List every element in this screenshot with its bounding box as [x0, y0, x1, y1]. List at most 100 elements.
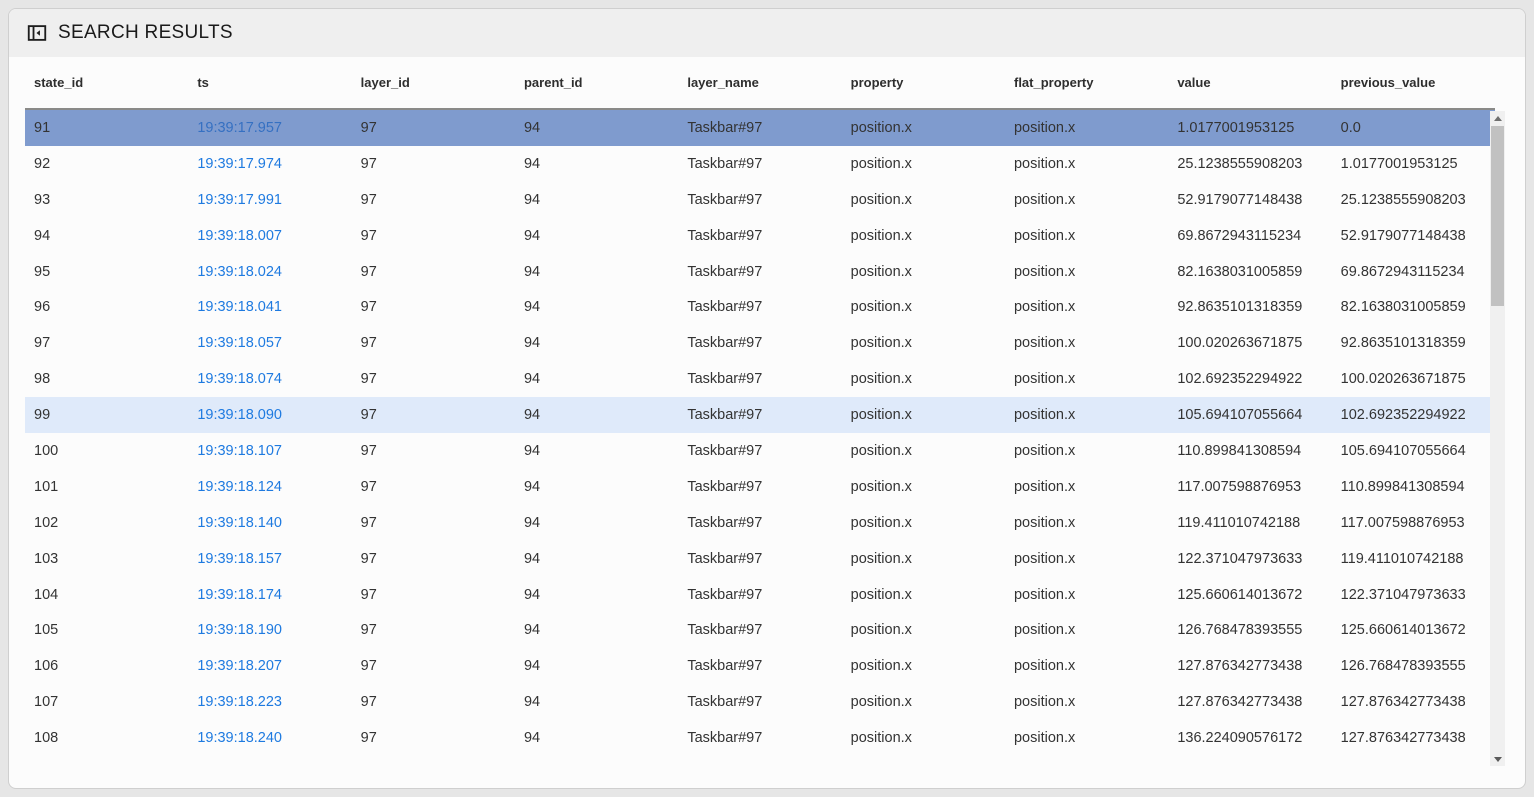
cell-value: 127.876342773438 [1168, 694, 1331, 710]
cell-layer_id: 97 [352, 730, 515, 746]
cell-value: 92.8635101318359 [1168, 299, 1331, 315]
timestamp-link[interactable]: 19:39:18.074 [197, 371, 282, 387]
table-row-93[interactable]: 9319:39:17.9919794Taskbar#97position.xpo… [25, 182, 1495, 218]
timestamp-link[interactable]: 19:39:17.974 [197, 156, 282, 172]
table-row-100[interactable]: 10019:39:18.1079794Taskbar#97position.xp… [25, 433, 1495, 469]
cell-layer_id: 97 [352, 407, 515, 423]
timestamp-link[interactable]: 19:39:18.024 [197, 264, 282, 280]
cell-flat_property: position.x [1005, 407, 1168, 423]
table-row-95[interactable]: 9519:39:18.0249794Taskbar#97position.xpo… [25, 254, 1495, 290]
cell-layer_id: 97 [352, 587, 515, 603]
table-row-92[interactable]: 9219:39:17.9749794Taskbar#97position.xpo… [25, 146, 1495, 182]
cell-layer_id: 97 [352, 335, 515, 351]
table-row-96[interactable]: 9619:39:18.0419794Taskbar#97position.xpo… [25, 289, 1495, 325]
table-row-91[interactable]: 9119:39:17.9579794Taskbar#97position.xpo… [25, 110, 1495, 146]
cell-property: position.x [842, 694, 1005, 710]
cell-layer_name: Taskbar#97 [678, 730, 841, 746]
cell-ts: 19:39:18.024 [188, 264, 351, 280]
cell-layer_id: 97 [352, 192, 515, 208]
cell-value: 1.0177001953125 [1168, 120, 1331, 136]
cell-value: 127.876342773438 [1168, 658, 1331, 674]
cell-previous_value: 102.692352294922 [1332, 407, 1495, 423]
timestamp-link[interactable]: 19:39:18.041 [197, 299, 282, 315]
timestamp-link[interactable]: 19:39:18.223 [197, 694, 282, 710]
panel-header: SEARCH RESULTS [9, 9, 1525, 57]
cell-previous_value: 1.0177001953125 [1332, 156, 1495, 172]
table-row-106[interactable]: 10619:39:18.2079794Taskbar#97position.xp… [25, 648, 1495, 684]
timestamp-link[interactable]: 19:39:18.157 [197, 551, 282, 567]
timestamp-link[interactable]: 19:39:17.957 [197, 120, 282, 136]
timestamp-link[interactable]: 19:39:18.207 [197, 658, 282, 674]
cell-flat_property: position.x [1005, 587, 1168, 603]
cell-value: 100.020263671875 [1168, 335, 1331, 351]
cell-value: 102.692352294922 [1168, 371, 1331, 387]
table-row-104[interactable]: 10419:39:18.1749794Taskbar#97position.xp… [25, 577, 1495, 613]
cell-value: 136.224090576172 [1168, 730, 1331, 746]
cell-layer_id: 97 [352, 228, 515, 244]
table-row-94[interactable]: 9419:39:18.0079794Taskbar#97position.xpo… [25, 218, 1495, 254]
scroll-down-button[interactable] [1490, 752, 1505, 766]
cell-layer_name: Taskbar#97 [678, 264, 841, 280]
cell-state_id: 99 [25, 407, 188, 423]
cell-ts: 19:39:17.991 [188, 192, 351, 208]
cell-layer_id: 97 [352, 156, 515, 172]
vertical-scrollbar[interactable] [1490, 111, 1505, 766]
timestamp-link[interactable]: 19:39:18.107 [197, 443, 282, 459]
table-row-108[interactable]: 10819:39:18.2409794Taskbar#97position.xp… [25, 720, 1495, 756]
table-row-105[interactable]: 10519:39:18.1909794Taskbar#97position.xp… [25, 612, 1495, 648]
cell-previous_value: 117.007598876953 [1332, 515, 1495, 531]
cell-previous_value: 69.8672943115234 [1332, 264, 1495, 280]
cell-previous_value: 92.8635101318359 [1332, 335, 1495, 351]
table-row-98[interactable]: 9819:39:18.0749794Taskbar#97position.xpo… [25, 361, 1495, 397]
cell-ts: 19:39:18.223 [188, 694, 351, 710]
cell-layer_name: Taskbar#97 [678, 622, 841, 638]
timestamp-link[interactable]: 19:39:18.057 [197, 335, 282, 351]
dock-panel-icon [26, 22, 48, 44]
cell-parent_id: 94 [515, 479, 678, 495]
table-row-107[interactable]: 10719:39:18.2239794Taskbar#97position.xp… [25, 684, 1495, 720]
cell-previous_value: 126.768478393555 [1332, 658, 1495, 674]
cell-parent_id: 94 [515, 587, 678, 603]
cell-parent_id: 94 [515, 264, 678, 280]
timestamp-link[interactable]: 19:39:18.007 [197, 228, 282, 244]
scroll-up-button[interactable] [1490, 111, 1505, 125]
cell-property: position.x [842, 156, 1005, 172]
cell-previous_value: 125.660614013672 [1332, 622, 1495, 638]
cell-flat_property: position.x [1005, 694, 1168, 710]
cell-previous_value: 82.1638031005859 [1332, 299, 1495, 315]
table-row-101[interactable]: 10119:39:18.1249794Taskbar#97position.xp… [25, 469, 1495, 505]
cell-layer_id: 97 [352, 264, 515, 280]
timestamp-link[interactable]: 19:39:18.140 [197, 515, 282, 531]
table-row-102[interactable]: 10219:39:18.1409794Taskbar#97position.xp… [25, 505, 1495, 541]
timestamp-link[interactable]: 19:39:18.124 [197, 479, 282, 495]
timestamp-link[interactable]: 19:39:18.190 [197, 622, 282, 638]
cell-value: 52.9179077148438 [1168, 192, 1331, 208]
column-header-flat_property: flat_property [1005, 75, 1168, 90]
cell-state_id: 105 [25, 622, 188, 638]
cell-state_id: 100 [25, 443, 188, 459]
cell-flat_property: position.x [1005, 228, 1168, 244]
column-header-previous_value: previous_value [1332, 75, 1495, 90]
cell-ts: 19:39:17.974 [188, 156, 351, 172]
cell-layer_id: 97 [352, 120, 515, 136]
cell-property: position.x [842, 587, 1005, 603]
cell-state_id: 92 [25, 156, 188, 172]
cell-parent_id: 94 [515, 658, 678, 674]
scrollbar-thumb[interactable] [1491, 126, 1504, 306]
cell-layer_id: 97 [352, 658, 515, 674]
timestamp-link[interactable]: 19:39:18.240 [197, 730, 282, 746]
timestamp-link[interactable]: 19:39:17.991 [197, 192, 282, 208]
cell-previous_value: 127.876342773438 [1332, 694, 1495, 710]
cell-parent_id: 94 [515, 622, 678, 638]
cell-parent_id: 94 [515, 515, 678, 531]
cell-flat_property: position.x [1005, 551, 1168, 567]
cell-value: 119.411010742188 [1168, 515, 1331, 531]
table-row-99[interactable]: 9919:39:18.0909794Taskbar#97position.xpo… [25, 397, 1495, 433]
table-row-97[interactable]: 9719:39:18.0579794Taskbar#97position.xpo… [25, 325, 1495, 361]
cell-flat_property: position.x [1005, 299, 1168, 315]
cell-state_id: 107 [25, 694, 188, 710]
table-row-103[interactable]: 10319:39:18.1579794Taskbar#97position.xp… [25, 541, 1495, 577]
cell-value: 69.8672943115234 [1168, 228, 1331, 244]
timestamp-link[interactable]: 19:39:18.090 [197, 407, 282, 423]
timestamp-link[interactable]: 19:39:18.174 [197, 587, 282, 603]
